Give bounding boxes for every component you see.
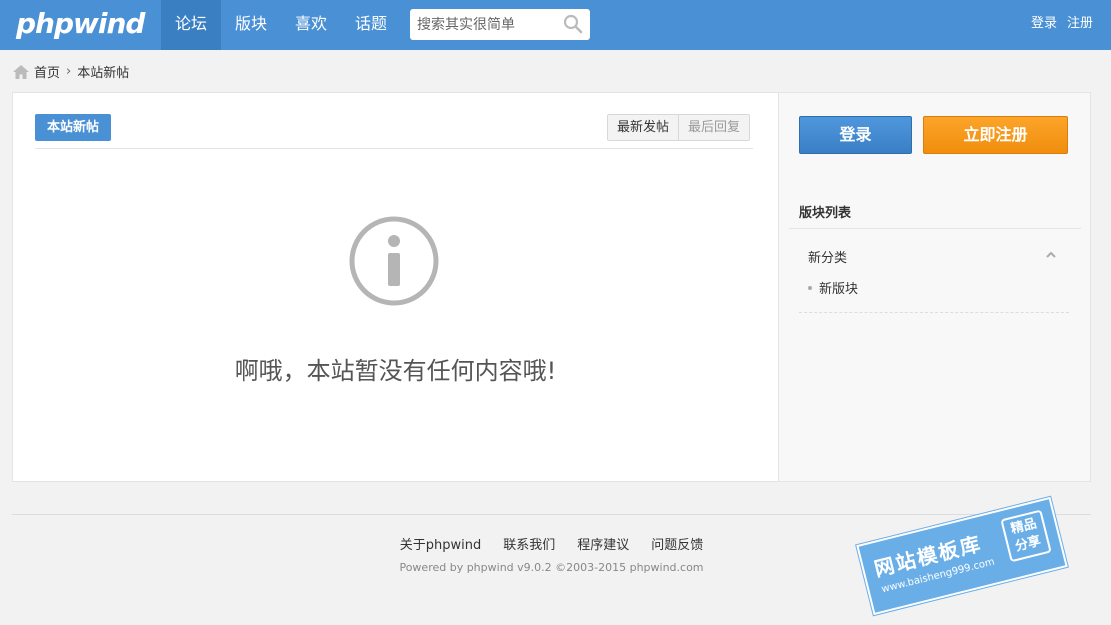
register-button[interactable]: 立即注册 <box>923 116 1068 154</box>
nav-item-forum[interactable]: 论坛 <box>161 0 222 50</box>
category-item[interactable]: 新分类 <box>808 247 847 266</box>
tab-latest-replies[interactable]: 最后回复 <box>679 115 750 140</box>
phpwind-logo[interactable]: phpwind <box>16 7 145 40</box>
footer-link-feedback[interactable]: 问题反馈 <box>651 534 703 553</box>
header-account-links: 登录 注册 <box>1031 0 1093 50</box>
breadcrumb: 首页 › 本站新帖 <box>12 62 129 81</box>
top-header: phpwind 论坛 版块 喜欢 话题 登录 注册 <box>0 0 1111 50</box>
divider <box>789 228 1081 229</box>
login-button[interactable]: 登录 <box>799 116 912 154</box>
header-register-link[interactable]: 注册 <box>1067 0 1093 50</box>
home-icon[interactable] <box>12 64 30 80</box>
search-box <box>410 9 590 40</box>
search-input[interactable] <box>410 9 550 40</box>
section-tag: 本站新帖 <box>35 114 112 141</box>
search-icon[interactable] <box>563 14 583 34</box>
sidebar: 登录 立即注册 版块列表 新分类 新版块 <box>778 93 1090 481</box>
footer-divider <box>12 514 1091 515</box>
nav-item-boards[interactable]: 版块 <box>221 0 281 50</box>
breadcrumb-home[interactable]: 首页 <box>34 62 60 81</box>
breadcrumb-current: 本站新帖 <box>77 66 130 81</box>
bullet-icon <box>808 285 812 290</box>
dashed-divider <box>799 312 1069 313</box>
footer-link-contact[interactable]: 联系我们 <box>503 534 555 553</box>
chevron-up-icon[interactable] <box>1045 250 1057 260</box>
watermark-badge: 精品 分享 <box>1000 509 1052 563</box>
nav-item-likes[interactable]: 喜欢 <box>281 0 341 50</box>
forum-item-label: 新版块 <box>819 282 859 297</box>
divider <box>35 148 753 149</box>
footer-link-about[interactable]: 关于phpwind <box>400 534 481 553</box>
sort-tabs: 最新发帖 最后回复 <box>607 114 751 141</box>
content-area: 本站新帖 最新发帖 最后回复 啊哦，本站暂没有任何内容哦! <box>13 93 778 481</box>
footer-link-suggestions[interactable]: 程序建议 <box>577 534 629 553</box>
forum-item[interactable]: 新版块 <box>808 278 858 297</box>
forum-list-title: 版块列表 <box>799 206 852 221</box>
main-panel: 本站新帖 最新发帖 最后回复 啊哦，本站暂没有任何内容哦! 登录 立即注册 版块… <box>12 92 1091 482</box>
empty-message: 啊哦，本站暂没有任何内容哦! <box>234 357 557 385</box>
info-icon <box>349 216 439 306</box>
header-login-link[interactable]: 登录 <box>1031 0 1057 50</box>
nav-item-topics[interactable]: 话题 <box>341 0 401 50</box>
tab-latest-posts[interactable]: 最新发帖 <box>608 115 680 140</box>
main-nav: 论坛 版块 喜欢 话题 <box>161 0 401 50</box>
chevron-right-icon: › <box>66 64 72 79</box>
